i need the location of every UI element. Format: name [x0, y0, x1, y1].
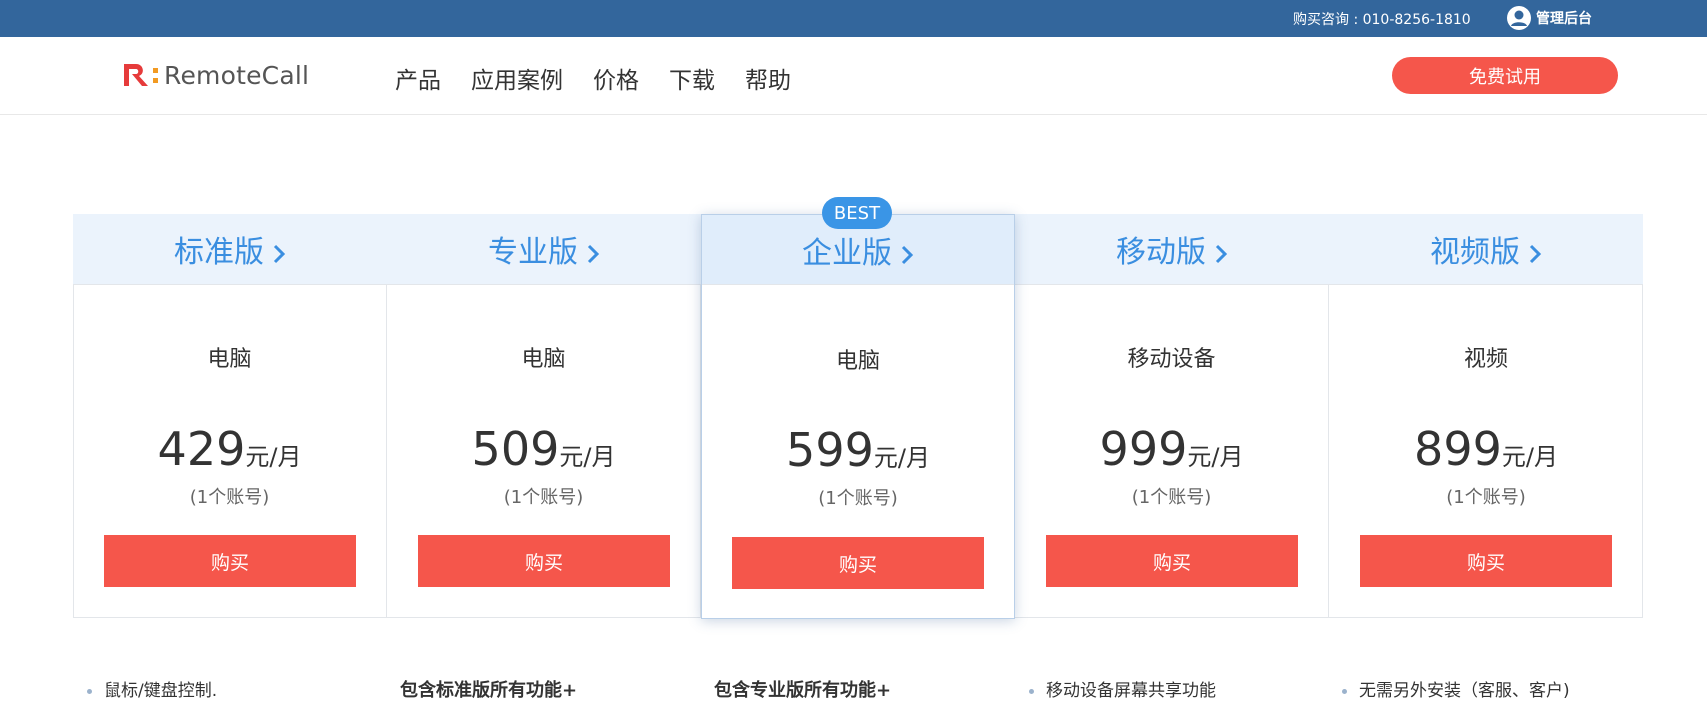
plan-body: 电脑 429元/月 (1个账号) 购买 — [73, 285, 387, 618]
plan-name: 专业版 — [488, 235, 578, 270]
plan-account: (1个账号) — [503, 487, 584, 508]
logo[interactable]: RemoteCall — [122, 60, 309, 90]
feature-text: 鼠标/键盘控制. — [104, 681, 218, 701]
plan-tab-mobile[interactable]: 移动版 — [1015, 214, 1329, 285]
plan-body: 移动设备 999元/月 (1个账号) 购买 — [1015, 285, 1329, 618]
plan-device: 电脑 — [521, 347, 566, 372]
nav-item-download[interactable]: 下载 — [669, 61, 715, 95]
plan-body: 视频 899元/月 (1个账号) 购买 — [1329, 285, 1643, 618]
feature-text: 包含专业版所有功能+ — [714, 680, 892, 701]
price-number: 899 — [1414, 422, 1502, 476]
feature-item-enterprise: 包含专业版所有功能+ — [714, 676, 891, 702]
main-nav: 产品 应用案例 价格 下载 帮助 — [395, 61, 821, 95]
price-unit: 元/月 — [245, 443, 302, 471]
plan-tab-professional[interactable]: 专业版 — [387, 214, 701, 285]
buy-button[interactable]: 购买 — [732, 537, 984, 589]
plan-body: 电脑 509元/月 (1个账号) 购买 — [387, 285, 701, 618]
plan-account: (1个账号) — [1131, 487, 1212, 508]
feature-text: 移动设备屏幕共享功能 — [1046, 681, 1216, 701]
plan-device: 电脑 — [835, 349, 880, 374]
bullet-icon — [1342, 688, 1347, 694]
top-bar: 购买咨询 : 010-8256-1810 管理后台 — [0, 0, 1707, 37]
price-number: 509 — [471, 422, 560, 476]
buy-button[interactable]: 购买 — [1360, 535, 1612, 587]
plan-standard: 标准版 电脑 429元/月 (1个账号) 购买 — [73, 214, 387, 618]
bullet-icon — [1029, 688, 1034, 694]
feature-text: 包含标准版所有功能+ — [400, 680, 578, 701]
plan-video: 视频版 视频 899元/月 (1个账号) 购买 — [1329, 214, 1643, 618]
plan-name: 视频版 — [1430, 235, 1520, 270]
feature-item-video: 无需另外安装（客服、客户) — [1342, 676, 1570, 701]
best-badge: BEST — [822, 197, 892, 229]
price-number: 429 — [157, 422, 246, 476]
chevron-right-icon — [1528, 238, 1542, 264]
price-unit: 元/月 — [873, 444, 930, 472]
pricing-table: 标准版 电脑 429元/月 (1个账号) 购买 专业版 电脑 509元/月 (1… — [73, 214, 1643, 619]
features-row: 鼠标/键盘控制. 包含标准版所有功能+ 包含专业版所有功能+ 移动设备屏幕共享功… — [0, 672, 1707, 701]
plan-price: 899元/月 — [1329, 422, 1643, 476]
feature-item-standard: 鼠标/键盘控制. — [87, 676, 217, 701]
bullet-icon — [87, 688, 92, 694]
nav-item-help[interactable]: 帮助 — [745, 61, 791, 95]
plan-name: 企业版 — [802, 235, 892, 271]
plan-device: 电脑 — [207, 347, 252, 372]
plan-account: (1个账号) — [818, 488, 898, 509]
buy-button[interactable]: 购买 — [1046, 535, 1298, 587]
plan-tab-video[interactable]: 视频版 — [1329, 214, 1643, 285]
plan-enterprise: 企业版 电脑 599元/月 (1个账号) 购买 — [701, 214, 1015, 619]
purchase-phone: 购买咨询 : 010-8256-1810 — [1293, 12, 1471, 28]
admin-label: 管理后台 — [1536, 11, 1592, 27]
user-circle-icon — [1506, 5, 1532, 31]
buy-button[interactable]: 购买 — [418, 535, 670, 587]
price-unit: 元/月 — [559, 443, 616, 471]
plan-device: 移动设备 — [1127, 347, 1216, 372]
feature-item-professional: 包含标准版所有功能+ — [400, 676, 577, 702]
plan-account: (1个账号) — [1446, 487, 1526, 508]
plan-account: (1个账号) — [189, 487, 270, 508]
plan-price: 429元/月 — [73, 422, 386, 476]
admin-link[interactable]: 管理后台 — [1506, 5, 1592, 31]
price-unit: 元/月 — [1501, 443, 1558, 471]
plan-body: 电脑 599元/月 (1个账号) 购买 — [702, 285, 1014, 618]
header: RemoteCall 产品 应用案例 价格 下载 帮助 免费试用 — [0, 37, 1707, 115]
price-number: 599 — [786, 423, 874, 477]
chevron-right-icon — [1214, 238, 1228, 264]
chevron-right-icon — [272, 238, 286, 264]
plan-tab-standard[interactable]: 标准版 — [73, 214, 387, 285]
nav-item-cases[interactable]: 应用案例 — [471, 61, 563, 95]
logo-text: RemoteCall — [164, 60, 310, 90]
plan-mobile: 移动版 移动设备 999元/月 (1个账号) 购买 — [1015, 214, 1329, 618]
plan-price: 599元/月 — [702, 423, 1014, 477]
plan-price: 999元/月 — [1015, 422, 1328, 476]
price-unit: 元/月 — [1187, 443, 1244, 471]
plan-device: 视频 — [1463, 347, 1508, 372]
logo-icon — [122, 60, 162, 90]
nav-item-products[interactable]: 产品 — [395, 61, 441, 95]
plan-name: 标准版 — [174, 235, 264, 270]
feature-text: 无需另外安装（客服、客户) — [1359, 681, 1570, 701]
plan-price: 509元/月 — [387, 422, 700, 476]
chevron-right-icon — [586, 238, 600, 264]
feature-item-mobile: 移动设备屏幕共享功能 — [1029, 676, 1216, 701]
nav-item-pricing[interactable]: 价格 — [593, 61, 639, 95]
chevron-right-icon — [900, 239, 914, 264]
plan-name: 移动版 — [1116, 235, 1206, 270]
buy-button[interactable]: 购买 — [104, 535, 356, 587]
price-number: 999 — [1099, 422, 1188, 476]
plan-professional: 专业版 电脑 509元/月 (1个账号) 购买 — [387, 214, 701, 618]
free-trial-button[interactable]: 免费试用 — [1392, 57, 1618, 94]
